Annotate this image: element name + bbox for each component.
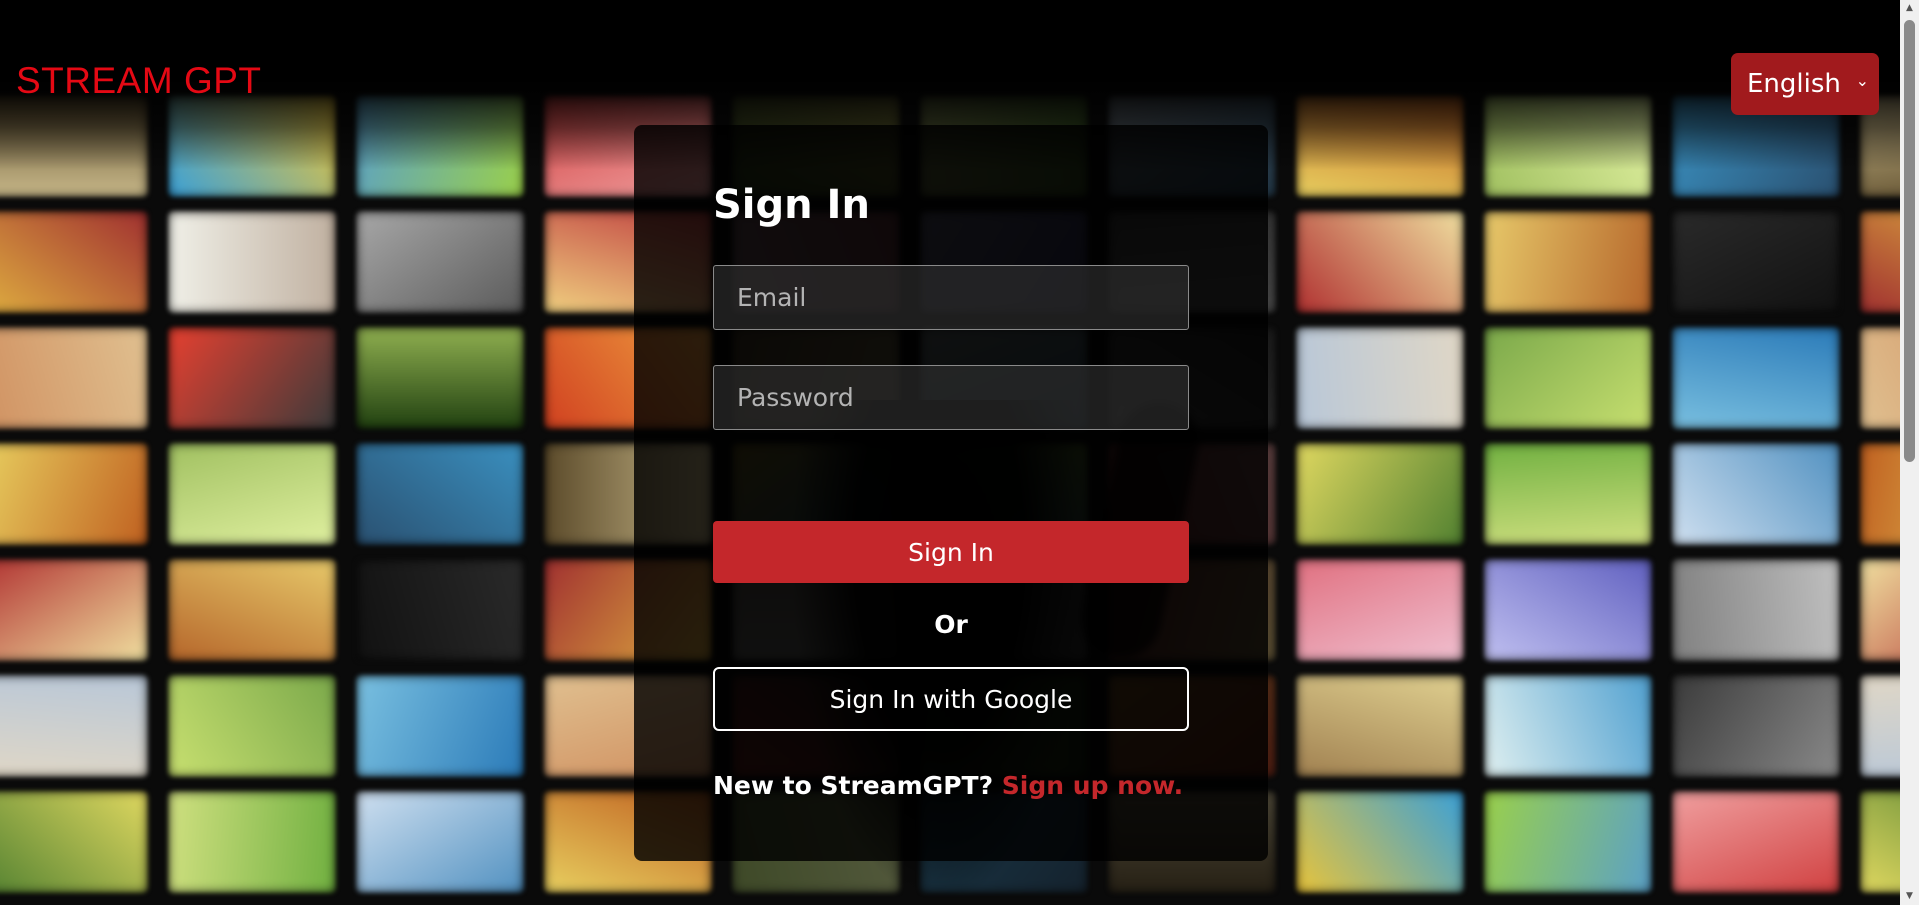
signup-link[interactable]: Sign up now. [1002,771,1183,800]
password-field[interactable] [713,365,1189,430]
scroll-down-arrow-icon[interactable]: ▼ [1900,888,1919,905]
background-screen-tile [1860,211,1900,313]
background-screen-tile [168,675,336,777]
background-screen-tile [1296,327,1464,429]
background-screen-tile [356,211,524,313]
background-screen-tile [1484,559,1652,661]
signin-title: Sign In [713,182,870,228]
background-screen-tile [1484,211,1652,313]
background-screen-tile [1672,675,1840,777]
background-screen-tile [1296,675,1464,777]
background-screen-tile [356,327,524,429]
background-screen-tile [1860,791,1900,893]
or-divider-text: Or [934,610,968,639]
scrollbar-thumb[interactable] [1904,20,1915,462]
background-screen-tile [1484,791,1652,893]
background-screen-tile [1296,211,1464,313]
background-screen-tile [0,327,148,429]
signup-prompt-text: New to StreamGPT? [713,771,994,800]
background-screen-tile [168,443,336,545]
background-screen-tile [356,443,524,545]
signin-button[interactable]: Sign In [713,521,1189,583]
background-screen-tile [1672,327,1840,429]
background-screen-tile [168,559,336,661]
background-screen-tile [1484,675,1652,777]
google-signin-button[interactable]: Sign In with Google [713,667,1189,731]
background-screen-tile [1860,559,1900,661]
background-screen-tile [1484,443,1652,545]
background-screen-tile [1672,443,1840,545]
background-screen-tile [1296,791,1464,893]
background-screen-tile [168,791,336,893]
background-screen-tile [356,559,524,661]
background-screen-tile [1672,211,1840,313]
background-screen-tile [1484,327,1652,429]
scroll-up-arrow-icon[interactable]: ▲ [1900,0,1919,17]
background-screen-tile [0,675,148,777]
background-screen-tile [0,791,148,893]
background-screen-tile [168,327,336,429]
background-screen-tile [1296,559,1464,661]
signin-card: Sign In Sign In Or Sign In with Google N… [634,125,1268,861]
background-screen-tile [168,211,336,313]
app-logo[interactable]: STREAM GPT [16,60,262,102]
background-screen-tile [356,675,524,777]
background-screen-tile [1860,443,1900,545]
chevron-down-icon: ⌄ [1855,71,1869,90]
background-screen-tile [1672,791,1840,893]
background-screen-tile [0,211,148,313]
background-screen-tile [0,559,148,661]
language-selected-value: English [1747,69,1841,99]
background-screen-tile [1860,675,1900,777]
background-screen-tile [1296,443,1464,545]
background-screen-tile [1672,559,1840,661]
email-field[interactable] [713,265,1189,330]
background-screen-tile [356,791,524,893]
signup-prompt: New to StreamGPT? Sign up now. [713,771,1183,800]
background-screen-tile [0,443,148,545]
language-select[interactable]: English ⌄ [1731,53,1879,115]
page-scrollbar[interactable]: ▲ ▼ [1900,0,1919,905]
background-screen-tile [1860,327,1900,429]
